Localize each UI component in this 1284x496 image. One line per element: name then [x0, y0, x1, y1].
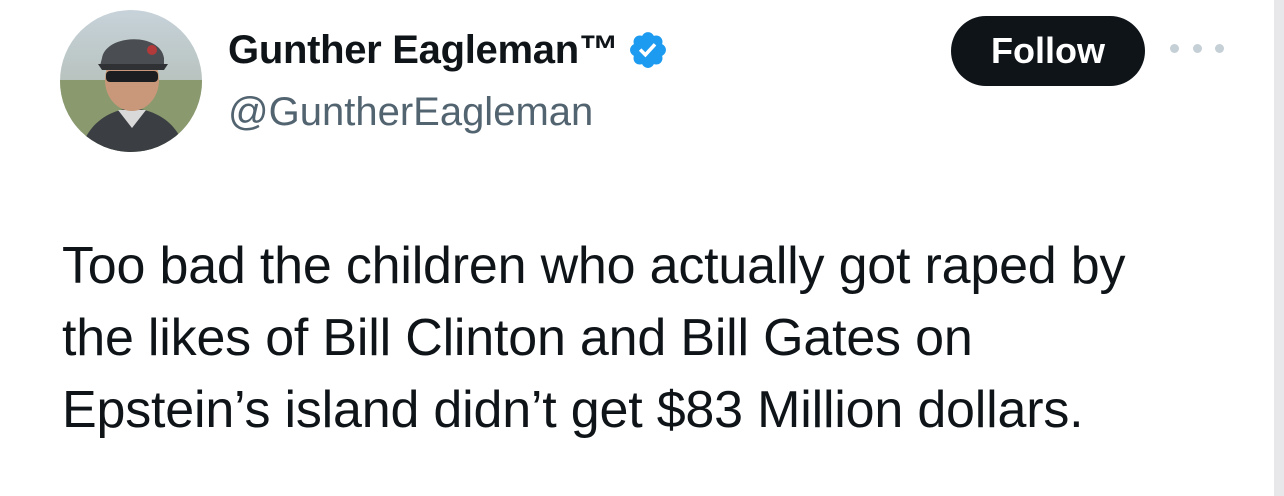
avatar[interactable] [60, 10, 202, 152]
tweet-text-line: Epstein’s island didn’t get $83 Million … [62, 381, 1084, 439]
tweet-card: Gunther Eagleman™ @GuntherEagleman Follo… [0, 0, 1284, 496]
verified-badge-icon[interactable] [627, 29, 669, 71]
more-dot [1170, 43, 1179, 53]
more-options-icon[interactable] [1170, 36, 1224, 60]
avatar-photo [60, 10, 202, 152]
tweet-text-line: Too bad the children who actually got ra… [62, 237, 1126, 295]
scrollbar-edge [1274, 0, 1284, 496]
more-dot [1192, 43, 1202, 53]
author-handle[interactable]: @GuntherEagleman [228, 86, 593, 138]
more-dot [1215, 43, 1224, 53]
follow-button[interactable]: Follow [951, 16, 1145, 86]
display-name-text[interactable]: Gunther Eagleman™ [228, 24, 619, 76]
tweet-text: Too bad the children who actually got ra… [62, 230, 1232, 446]
tweet-text-line: the likes of Bill Clinton and Bill Gates… [62, 309, 973, 367]
author-display-name[interactable]: Gunther Eagleman™ [228, 24, 669, 76]
